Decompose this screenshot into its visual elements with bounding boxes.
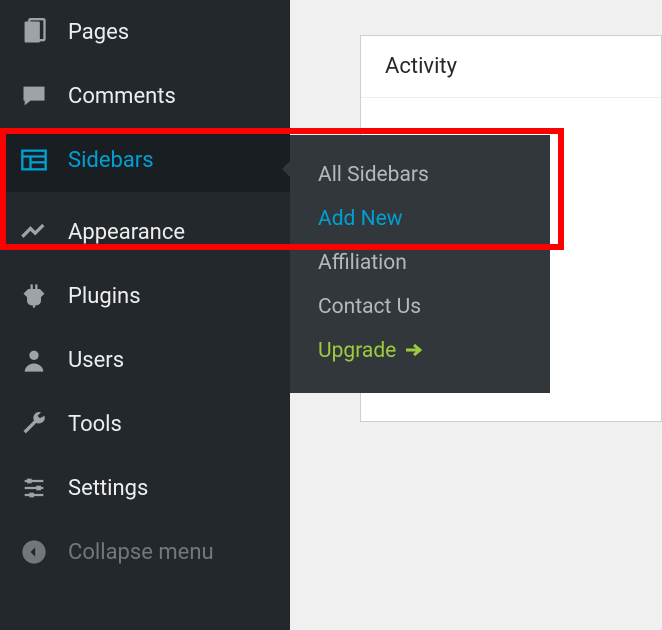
- plugins-icon: [18, 280, 50, 312]
- pages-icon: [18, 16, 50, 48]
- collapse-menu-button[interactable]: Collapse menu: [0, 520, 290, 584]
- sidebar-item-comments[interactable]: Comments: [0, 64, 290, 128]
- sidebar-item-plugins[interactable]: Plugins: [0, 264, 290, 328]
- tools-icon: [18, 408, 50, 440]
- sidebar-item-pages[interactable]: Pages: [0, 0, 290, 64]
- sidebar-item-label: Settings: [68, 476, 148, 501]
- collapse-label: Collapse menu: [68, 540, 214, 565]
- sidebars-icon: [18, 144, 50, 176]
- collapse-icon: [18, 536, 50, 568]
- users-icon: [18, 344, 50, 376]
- sidebar-item-label: Users: [68, 348, 124, 373]
- sidebar-item-label: Sidebars: [68, 148, 154, 173]
- sidebar-item-label: Pages: [68, 20, 129, 45]
- arrow-right-icon: [406, 339, 422, 363]
- appearance-icon: [18, 216, 50, 248]
- sidebar-item-settings[interactable]: Settings: [0, 456, 290, 520]
- sidebar-item-tools[interactable]: Tools: [0, 392, 290, 456]
- sidebar-item-sidebars[interactable]: Sidebars: [0, 128, 290, 192]
- submenu-item-affiliation[interactable]: Affiliation: [290, 241, 550, 285]
- upgrade-label: Upgrade: [318, 339, 396, 363]
- submenu-item-contact-us[interactable]: Contact Us: [290, 285, 550, 329]
- sidebar-item-appearance[interactable]: Appearance: [0, 200, 290, 264]
- sidebar-item-label: Tools: [68, 412, 122, 437]
- sidebars-submenu: All Sidebars Add New Affiliation Contact…: [290, 135, 550, 393]
- sidebar-item-users[interactable]: Users: [0, 328, 290, 392]
- comments-icon: [18, 80, 50, 112]
- sidebar-item-label: Appearance: [68, 220, 185, 245]
- sidebar-item-label: Plugins: [68, 284, 141, 309]
- submenu-item-upgrade[interactable]: Upgrade: [290, 329, 550, 373]
- sidebar-item-label: Comments: [68, 84, 176, 109]
- settings-icon: [18, 472, 50, 504]
- admin-sidebar: Pages Comments Sidebars Appearance Plugi…: [0, 0, 290, 630]
- submenu-item-add-new[interactable]: Add New: [290, 197, 550, 241]
- submenu-item-all-sidebars[interactable]: All Sidebars: [290, 153, 550, 197]
- panel-title: Activity: [361, 36, 661, 98]
